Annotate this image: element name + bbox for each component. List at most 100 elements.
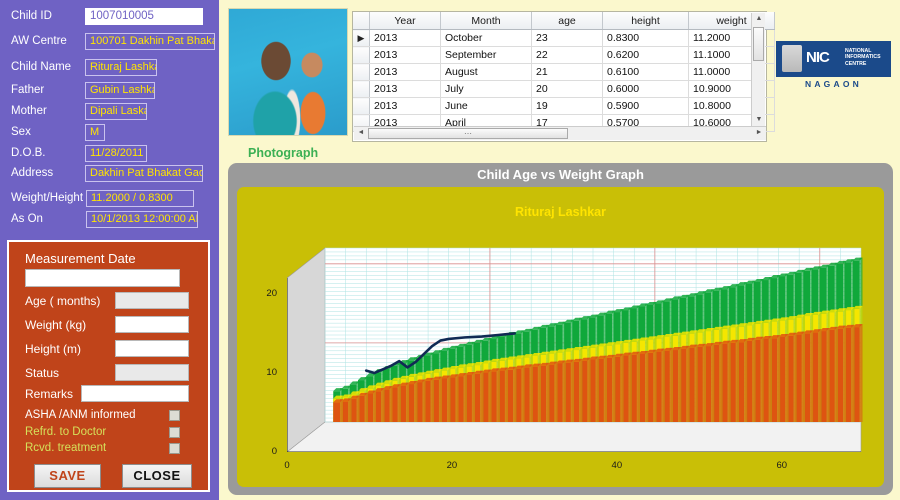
checkbox-rcvd-treatment[interactable] — [169, 443, 180, 454]
nic-logo-box: NIC NATIONAL INFORMATICS CENTRE — [776, 41, 891, 77]
grid-cell-year[interactable]: 2013 — [369, 29, 441, 47]
field-label-sex: Sex — [11, 126, 31, 138]
field-label-father: Father — [11, 84, 45, 96]
y-axis-tick-label: 0 — [271, 446, 277, 457]
field-value-child-id[interactable]: 1007010005 — [85, 8, 203, 25]
nic-district-name: NAGAON — [805, 79, 862, 89]
grid-cell-age[interactable]: 23 — [531, 29, 603, 47]
field-label-child-name: Child Name — [11, 61, 72, 73]
field-label-child-id: Child ID — [11, 10, 52, 22]
scroll-right-icon[interactable]: ► — [752, 127, 766, 139]
row-selector[interactable] — [353, 63, 370, 81]
grid-cell-age[interactable]: 22 — [531, 46, 603, 64]
plot-floor — [287, 421, 862, 452]
field-row: Father Gubin Lashkar — [0, 82, 219, 102]
grid-horizontal-scrollbar[interactable]: ◄ ⋯ ► — [354, 126, 766, 140]
table-row[interactable]: ▶ 2013 October 23 0.8300 11.2000 — [353, 29, 775, 47]
history-table: Year Month age height weight ▶ 2013 October 23 0… — [353, 12, 775, 132]
grid-cell-year[interactable]: 2013 — [369, 63, 441, 81]
nic-subtitle: NATIONAL INFORMATICS CENTRE — [845, 48, 889, 67]
child-photograph — [228, 8, 348, 136]
checkbox-label-rcvd-treatment: Rcvd. treatment — [25, 442, 107, 454]
grid-cell-year[interactable]: 2013 — [369, 97, 441, 115]
measurement-card-inner: Measurement Date Age ( months) Weight (kg)… — [9, 242, 208, 490]
grid-cell-month[interactable]: July — [440, 80, 532, 98]
field-value-as-on: 10/1/2013 12:00:00 AM — [86, 211, 198, 228]
grid-corner-header — [353, 12, 370, 30]
grid-cell-height[interactable]: 0.6100 — [602, 63, 689, 81]
grid-vscroll-thumb[interactable] — [753, 27, 764, 61]
y-axis-tick-label: 20 — [266, 287, 277, 299]
measurement-label-height-m: Height (m) — [25, 342, 82, 356]
row-selector[interactable] — [353, 46, 370, 64]
field-value-address: Dakhin Pat Bhakat Gaon — [85, 165, 203, 182]
field-label-aw-centre: AW Centre — [11, 35, 67, 47]
nic-subtitle-line3: CENTRE — [845, 60, 867, 67]
grid-column-header-height[interactable]: height — [602, 12, 689, 30]
measurement-date-input[interactable] — [25, 269, 180, 287]
checkbox-refrd-to-doctor[interactable] — [169, 427, 180, 438]
close-button[interactable]: CLOSE — [122, 464, 192, 488]
grid-cell-month[interactable]: June — [440, 97, 532, 115]
history-table-body: ▶ 2013 October 23 0.8300 11.2000 2013 September… — [353, 29, 775, 132]
grid-cell-month[interactable]: August — [440, 63, 532, 81]
grid-cell-month[interactable]: October — [440, 29, 532, 47]
measurement-history-grid[interactable]: Year Month age height weight ▶ 2013 October 23 0… — [352, 11, 775, 142]
scroll-left-icon[interactable]: ◄ — [354, 127, 368, 139]
row-selector-current-icon[interactable]: ▶ — [353, 29, 370, 47]
checkbox-asha-anm-informed[interactable] — [169, 410, 180, 421]
measurement-date-label: Measurement Date — [25, 251, 136, 266]
scroll-up-icon[interactable]: ▲ — [752, 13, 766, 25]
grid-column-header-year[interactable]: Year — [369, 12, 441, 30]
measurement-label-age-months: Age ( months) — [25, 294, 101, 308]
field-label-weight-height: Weight/Height — [11, 192, 84, 204]
measurement-input-age-months — [115, 292, 189, 309]
nic-wordmark: NIC — [806, 49, 830, 66]
field-row: As On 10/1/2013 12:00:00 AM — [0, 211, 219, 231]
field-row: Child ID 1007010005 — [0, 8, 219, 28]
table-row[interactable]: 2013 August 21 0.6100 11.0000 — [353, 63, 775, 81]
grid-column-header-age[interactable]: age — [531, 12, 603, 30]
measurement-entry-card: Measurement Date Age ( months) Weight (kg)… — [7, 240, 210, 492]
field-row: Address Dakhin Pat Bhakat Gaon — [0, 165, 219, 185]
field-label-as-on: As On — [11, 213, 43, 225]
grid-cell-age[interactable]: 21 — [531, 63, 603, 81]
x-axis-tick-label: 0 — [284, 460, 290, 471]
grid-cell-age[interactable]: 20 — [531, 80, 603, 98]
grid-vertical-scrollbar[interactable]: ▲ ▼ — [751, 13, 765, 126]
grid-cell-month[interactable]: September — [440, 46, 532, 64]
save-button[interactable]: SAVE — [34, 464, 101, 488]
grid-cell-year[interactable]: 2013 — [369, 46, 441, 64]
field-value-father: Gubin Lashkar — [85, 82, 155, 99]
grid-cell-year[interactable]: 2013 — [369, 80, 441, 98]
chart-svg — [287, 247, 863, 452]
grid-cell-height[interactable]: 0.6000 — [602, 80, 689, 98]
measurement-input-status — [115, 364, 189, 381]
growth-chart-panel: Child Age vs Weight Graph Rituraj Lashka… — [228, 163, 893, 495]
table-row[interactable]: 2013 July 20 0.6000 10.9000 — [353, 80, 775, 98]
field-value-aw-centre: 100701 Dakhin Pat Bhakat Gao — [85, 33, 215, 50]
x-axis-tick-label: 20 — [446, 460, 458, 471]
grid-cell-height[interactable]: 0.6200 — [602, 46, 689, 64]
x-axis-tick-label: 40 — [611, 460, 623, 471]
grid-cell-height[interactable]: 0.8300 — [602, 29, 689, 47]
row-selector[interactable] — [353, 80, 370, 98]
field-value-weight-height: 11.2000 / 0.8300 — [86, 190, 194, 207]
field-row: Sex M — [0, 124, 219, 144]
field-row: D.O.B. 11/28/2011 — [0, 145, 219, 165]
grid-cell-age[interactable]: 19 — [531, 97, 603, 115]
grid-hscroll-thumb[interactable]: ⋯ — [368, 128, 568, 139]
table-row[interactable]: 2013 June 19 0.5900 10.8000 — [353, 97, 775, 115]
table-row[interactable]: 2013 September 22 0.6200 11.1000 — [353, 46, 775, 64]
measurement-input-height-m[interactable] — [115, 340, 189, 357]
grid-cell-height[interactable]: 0.5900 — [602, 97, 689, 115]
field-row: Weight/Height 11.2000 / 0.8300 — [0, 190, 219, 210]
measurement-label-status: Status — [25, 366, 60, 380]
scroll-down-icon[interactable]: ▼ — [752, 114, 766, 126]
measurement-input-weight-kg[interactable] — [115, 316, 189, 333]
row-selector[interactable] — [353, 97, 370, 115]
measurement-label-weight-kg: Weight (kg) — [25, 318, 87, 332]
measurement-input-remarks[interactable] — [81, 385, 189, 402]
field-value-sex: M — [85, 124, 105, 141]
grid-column-header-month[interactable]: Month — [440, 12, 532, 30]
